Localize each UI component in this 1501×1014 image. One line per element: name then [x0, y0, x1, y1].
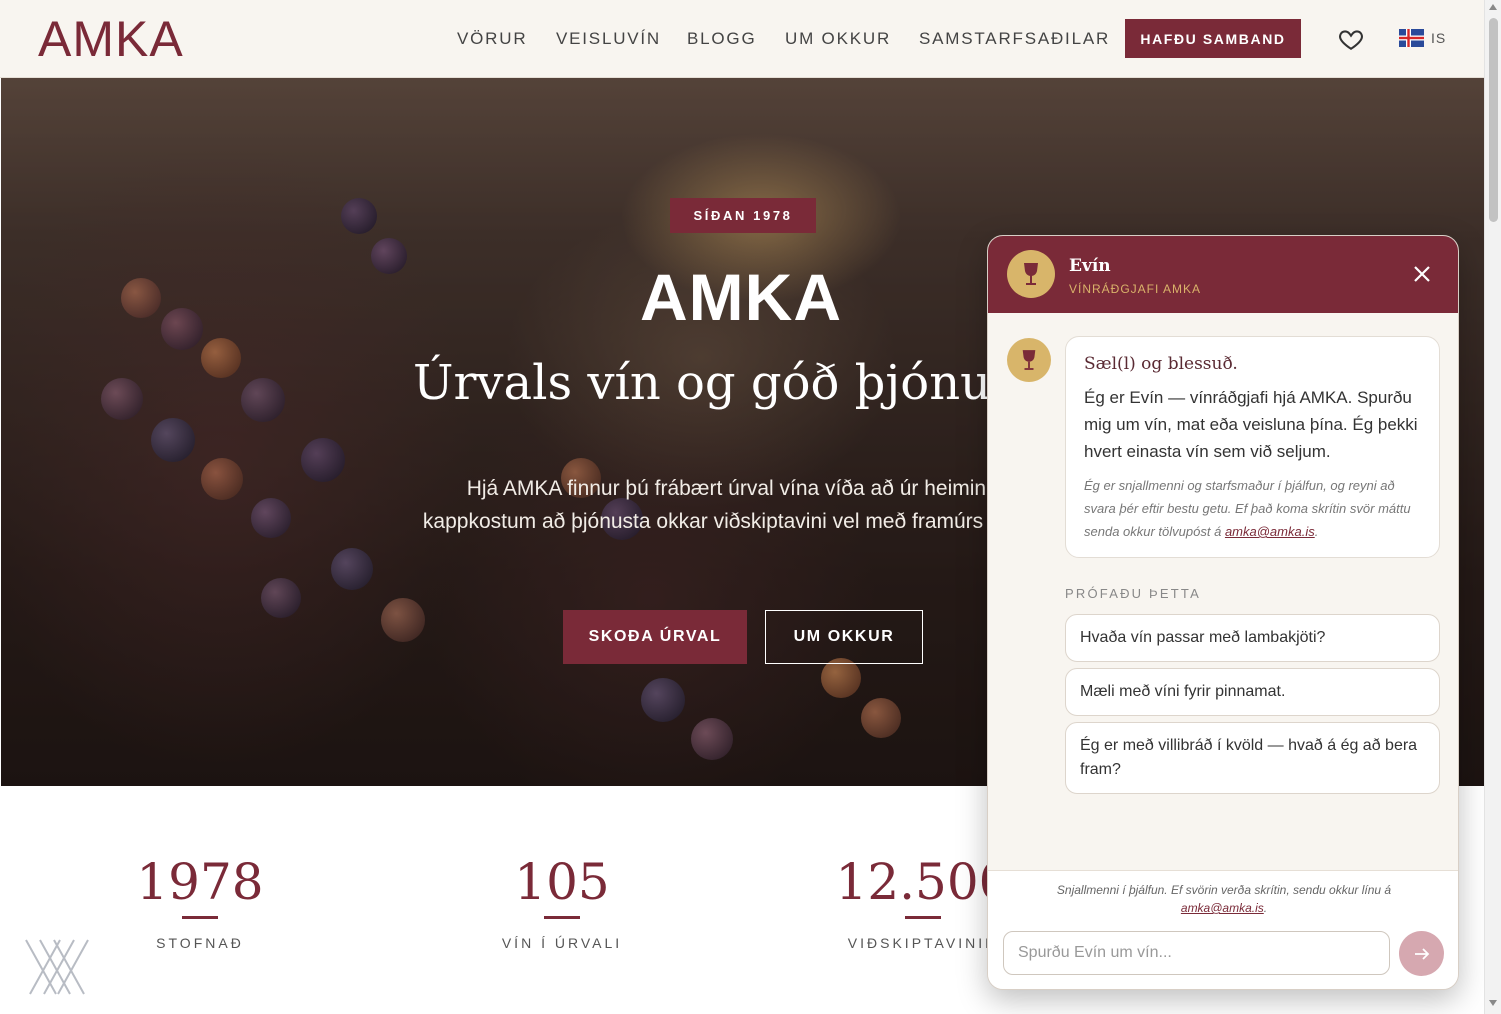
page-scrollbar[interactable]: [1484, 0, 1501, 1014]
stat-divider: [544, 916, 580, 919]
since-badge: SÍÐAN 1978: [670, 198, 816, 233]
greeting-message: Sæl(l) og blessuð. Ég er Evín — vínráðgj…: [1065, 336, 1440, 558]
scroll-down-icon[interactable]: [1489, 1000, 1497, 1006]
wine-glass-icon: [1022, 350, 1036, 370]
stat-number: 1978: [136, 853, 264, 911]
suggestion-game-meat[interactable]: Ég er með villibráð í kvöld — hvað á ég …: [1065, 722, 1440, 794]
about-button[interactable]: UM OKKUR: [765, 610, 923, 664]
heart-icon[interactable]: [1338, 26, 1364, 52]
chat-footer: Snjallmenni í þjálfun. Ef svörin verða s…: [988, 870, 1458, 989]
iceland-flag-icon[interactable]: [1399, 29, 1424, 47]
email-link[interactable]: amka@amka.is: [1225, 524, 1315, 539]
disclaimer-text: Snjallmenni í þjálfun. Ef svörin verða s…: [1056, 883, 1392, 897]
greeting-note: Ég er snjallmenni og starfsmaður í þjálf…: [1084, 478, 1411, 539]
nav-link-samstarfsadilar[interactable]: SAMSTARFSAÐILAR: [919, 29, 1110, 49]
message-avatar: [1007, 338, 1051, 382]
greeting-title: Sæl(l) og blessuð.: [1084, 354, 1238, 374]
scroll-thumb[interactable]: [1489, 18, 1498, 222]
arrow-right-icon: [1414, 947, 1429, 960]
wine-glass-icon: [1024, 263, 1038, 285]
chat-panel: Evín VÍNRÁÐGJAFI AMKA Sæl(l) og blessuð.…: [987, 235, 1459, 990]
suggestion-finger-food[interactable]: Mæli með víni fyrir pinnamat.: [1065, 668, 1440, 716]
scroll-up-icon[interactable]: [1489, 4, 1497, 10]
stat-divider: [905, 916, 941, 919]
chat-avatar: [1007, 250, 1055, 298]
hero-description: Hjá AMKA finnur þú frábært úrval vína ví…: [422, 477, 1060, 533]
nav-link-um-okkur[interactable]: UM OKKUR: [785, 29, 891, 49]
chat-input[interactable]: [1003, 931, 1390, 975]
suggestions-label: PRÓFAÐU ÞETTA: [1065, 586, 1201, 601]
stat-label: STOFNAÐ: [156, 935, 244, 951]
browse-button[interactable]: SKOÐA ÚRVAL: [563, 610, 747, 664]
language-label[interactable]: IS: [1431, 30, 1446, 46]
stat-number: 105: [514, 853, 610, 911]
suggestion-lamb[interactable]: Hvaða vín passar með lambakjöti?: [1065, 614, 1440, 662]
chat-disclaimer: Snjallmenni í þjálfun. Ef svörin verða s…: [1056, 883, 1392, 915]
greeting-body: Ég er Evín — vínráðgjafi hjá AMKA. Spurð…: [1084, 388, 1418, 461]
stat-wines: 105 VÍN Í ÚRVALI: [482, 852, 642, 951]
contact-button[interactable]: HAFÐU SAMBAND: [1125, 19, 1301, 58]
close-icon[interactable]: [1412, 264, 1432, 284]
footer-email-link[interactable]: amka@amka.is: [1181, 901, 1264, 915]
nav-link-blogg[interactable]: BLOGG: [687, 29, 756, 49]
stat-label: VÍN Í ÚRVALI: [501, 935, 623, 951]
chat-header: Evín VÍNRÁÐGJAFI AMKA: [988, 236, 1458, 313]
chat-agent-role: VÍNRÁÐGJAFI AMKA: [1069, 282, 1202, 296]
stat-founded: 1978 STOFNAÐ: [120, 852, 280, 951]
chat-agent-name: Evín: [1069, 256, 1111, 276]
nav-link-vorur[interactable]: VÖRUR: [457, 29, 527, 49]
hero-title: AMKA: [640, 260, 842, 334]
watermark-logo-icon: [25, 939, 89, 995]
site-header: AMKA VÖRUR VEISLUVÍN BLOGG UM OKKUR SAMS…: [0, 0, 1484, 78]
send-button[interactable]: [1399, 931, 1444, 976]
stat-divider: [182, 916, 218, 919]
nav-link-veisluvin[interactable]: VEISLUVÍN: [556, 29, 661, 49]
